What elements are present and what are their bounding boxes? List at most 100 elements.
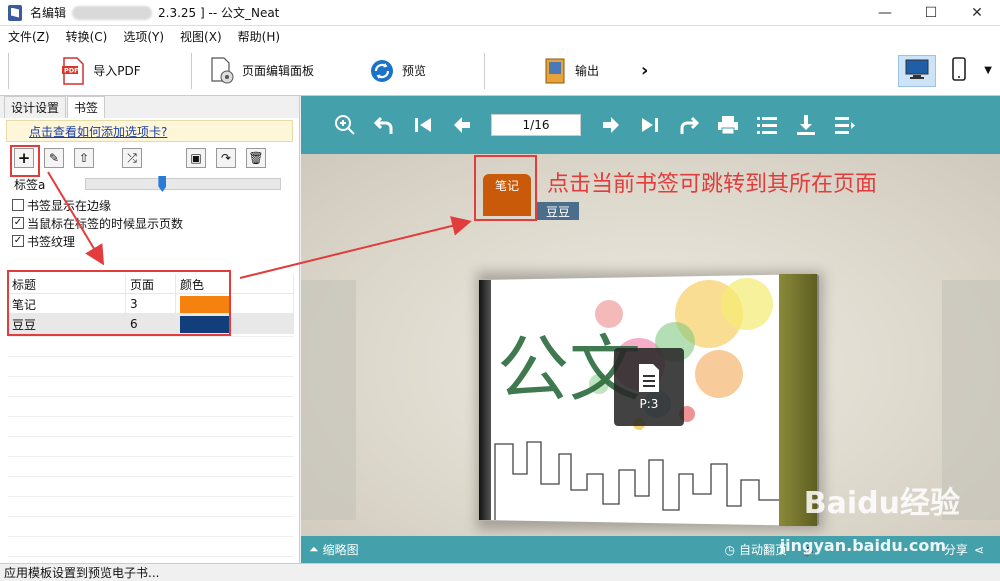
thumbnails-button[interactable]: ⏶ 缩略图 bbox=[309, 541, 359, 558]
header-title: 标题 bbox=[8, 274, 126, 294]
tab-slider[interactable] bbox=[85, 176, 282, 192]
device-dropdown-icon[interactable]: ▼ bbox=[984, 65, 992, 76]
bookmark-tab-notes[interactable]: 笔记 bbox=[483, 174, 531, 216]
first-page-icon[interactable] bbox=[411, 113, 435, 137]
tab-bookmarks[interactable]: 书签 bbox=[67, 96, 106, 118]
slider-thumb[interactable] bbox=[158, 176, 167, 192]
mobile-view-button[interactable] bbox=[940, 55, 978, 87]
menu-more-icon[interactable] bbox=[833, 113, 857, 137]
undo-icon[interactable] bbox=[372, 113, 396, 137]
maximize-button[interactable]: ☐ bbox=[908, 0, 954, 26]
preview-toolbar: 1/16 bbox=[301, 96, 1000, 154]
delete-button[interactable]: 🗑 bbox=[246, 148, 266, 168]
page-gear-icon bbox=[208, 56, 236, 85]
phone-icon bbox=[952, 57, 967, 84]
menu-options[interactable]: 选项(Y) bbox=[123, 28, 164, 45]
auto-flip-button[interactable]: ◷ 自动翻页 bbox=[724, 541, 787, 558]
more-chevron-icon[interactable]: › bbox=[641, 60, 648, 81]
option-label: 当鼠标在标签的时候显示页数 bbox=[27, 216, 184, 231]
floppy-icon: ▣ bbox=[190, 151, 202, 165]
cell-title[interactable]: 豆豆 bbox=[8, 314, 126, 334]
page-indicator[interactable]: 1/16 bbox=[491, 114, 581, 136]
header-page: 页面 bbox=[126, 274, 176, 294]
shuffle-button[interactable]: ⤮ bbox=[122, 148, 142, 168]
pencil-icon: ✎ bbox=[48, 151, 60, 165]
checkbox[interactable] bbox=[12, 199, 24, 211]
share-label: 分享 bbox=[943, 543, 968, 557]
window-title-suffix: 2.3.25 ] -- 公文_Neat bbox=[158, 6, 280, 20]
thumbnails-label: 缩略图 bbox=[322, 543, 359, 557]
monitor-icon bbox=[905, 58, 929, 83]
import-pdf-button[interactable]: PDF 导入PDF bbox=[15, 51, 185, 91]
save-button[interactable]: ▣ bbox=[186, 148, 206, 168]
refresh-icon bbox=[368, 57, 396, 85]
cell-page[interactable]: 6 bbox=[126, 314, 176, 334]
page-tooltip-label: P:3 bbox=[639, 397, 659, 411]
cell-title[interactable]: 笔记 bbox=[8, 294, 126, 314]
menu-convert[interactable]: 转换(C) bbox=[66, 28, 108, 45]
list-icon[interactable] bbox=[755, 113, 779, 137]
app-icon bbox=[8, 4, 22, 21]
trash-icon: 🗑 bbox=[248, 151, 264, 165]
slider-label: 标签a bbox=[14, 177, 46, 192]
redacted-area bbox=[72, 5, 153, 20]
option-edge[interactable]: 书签显示在边缘 bbox=[0, 196, 299, 214]
output-button[interactable]: 输出 bbox=[531, 51, 641, 91]
desktop-view-button[interactable] bbox=[898, 54, 937, 87]
toolbar-divider bbox=[8, 52, 9, 89]
edit-bookmark-button[interactable]: ✎ bbox=[44, 148, 64, 168]
option-show-page[interactable]: ✓ 当鼠标在标签的时候显示页数 bbox=[0, 214, 299, 232]
download-icon[interactable] bbox=[794, 113, 818, 137]
cell-color[interactable] bbox=[176, 294, 294, 314]
header-color: 颜色 bbox=[176, 274, 294, 294]
zoom-in-icon[interactable] bbox=[333, 113, 357, 137]
panel-tabs: 设计设置 书签 bbox=[0, 96, 299, 118]
table-row[interactable]: 豆豆 6 bbox=[8, 314, 294, 334]
settings-panel: 设计设置 书签 点击查看如何添加选项卡? + ✎ ⇧ ⤮ ▣ ↷ 🗑 标签a 书… bbox=[0, 96, 300, 563]
page-editor-label: 页面编辑面板 bbox=[242, 64, 315, 78]
menu-file[interactable]: 文件(Z) bbox=[8, 28, 50, 45]
option-label: 书签显示在边缘 bbox=[27, 198, 112, 213]
bookmark-table: 标题 页面 颜色 笔记 3 豆豆 6 bbox=[8, 274, 294, 334]
color-swatch[interactable] bbox=[180, 295, 230, 313]
title-bar: 名编辑 2.3.25 ] -- 公文_Neat — ☐ ✕ bbox=[0, 0, 1000, 26]
last-page-icon[interactable] bbox=[638, 113, 662, 137]
clock-icon: ◷ bbox=[724, 542, 735, 557]
checkbox-checked[interactable]: ✓ bbox=[12, 235, 24, 247]
menu-help[interactable]: 帮助(H) bbox=[238, 28, 280, 45]
close-button[interactable]: ✕ bbox=[954, 0, 1000, 26]
table-header: 标题 页面 颜色 bbox=[8, 274, 294, 294]
undo-icon: ↷ bbox=[220, 151, 232, 165]
annotation-text: 点击当前书签可跳转到其所在页面 bbox=[547, 172, 878, 197]
option-texture[interactable]: ✓ 书签纹理 bbox=[0, 232, 299, 250]
move-up-button[interactable]: ⇧ bbox=[74, 148, 94, 168]
table-row[interactable]: 笔记 3 bbox=[8, 294, 294, 314]
menu-view[interactable]: 视图(X) bbox=[180, 28, 222, 45]
bookmark-tab-doudou[interactable]: 豆豆 bbox=[537, 202, 579, 220]
help-link[interactable]: 点击查看如何添加选项卡? bbox=[6, 120, 293, 142]
add-bookmark-button[interactable]: + bbox=[14, 148, 34, 168]
cell-page[interactable]: 3 bbox=[126, 294, 176, 314]
tab-design-settings[interactable]: 设计设置 bbox=[4, 96, 67, 118]
undo-button[interactable]: ↷ bbox=[216, 148, 236, 168]
print-icon[interactable] bbox=[716, 113, 740, 137]
page-editor-button[interactable]: 页面编辑面板 bbox=[198, 51, 358, 91]
cell-color[interactable] bbox=[176, 314, 294, 334]
prev-page-icon[interactable] bbox=[450, 113, 474, 137]
color-swatch[interactable] bbox=[180, 315, 230, 333]
tab-slider-row: 标签a bbox=[0, 172, 299, 196]
status-bar: 应用模板设置到预览电子书... bbox=[0, 563, 1000, 581]
watermark-url: jingyan.baidu.com bbox=[779, 536, 946, 555]
checkbox-checked[interactable]: ✓ bbox=[12, 217, 24, 229]
minimize-button[interactable]: — bbox=[862, 0, 908, 26]
toolbar-divider bbox=[484, 52, 485, 89]
share-button[interactable]: 分享 ⋖ bbox=[944, 541, 984, 558]
redo-icon[interactable] bbox=[677, 113, 701, 137]
preview-button[interactable]: 预览 bbox=[358, 51, 478, 91]
prev-side-area[interactable] bbox=[301, 280, 356, 520]
output-label: 输出 bbox=[575, 64, 600, 78]
svg-text:PDF: PDF bbox=[64, 66, 79, 74]
next-page-icon[interactable] bbox=[599, 113, 623, 137]
import-pdf-label: 导入PDF bbox=[93, 64, 141, 78]
bookmark-action-bar: + ✎ ⇧ ⤮ ▣ ↷ 🗑 bbox=[0, 146, 299, 170]
